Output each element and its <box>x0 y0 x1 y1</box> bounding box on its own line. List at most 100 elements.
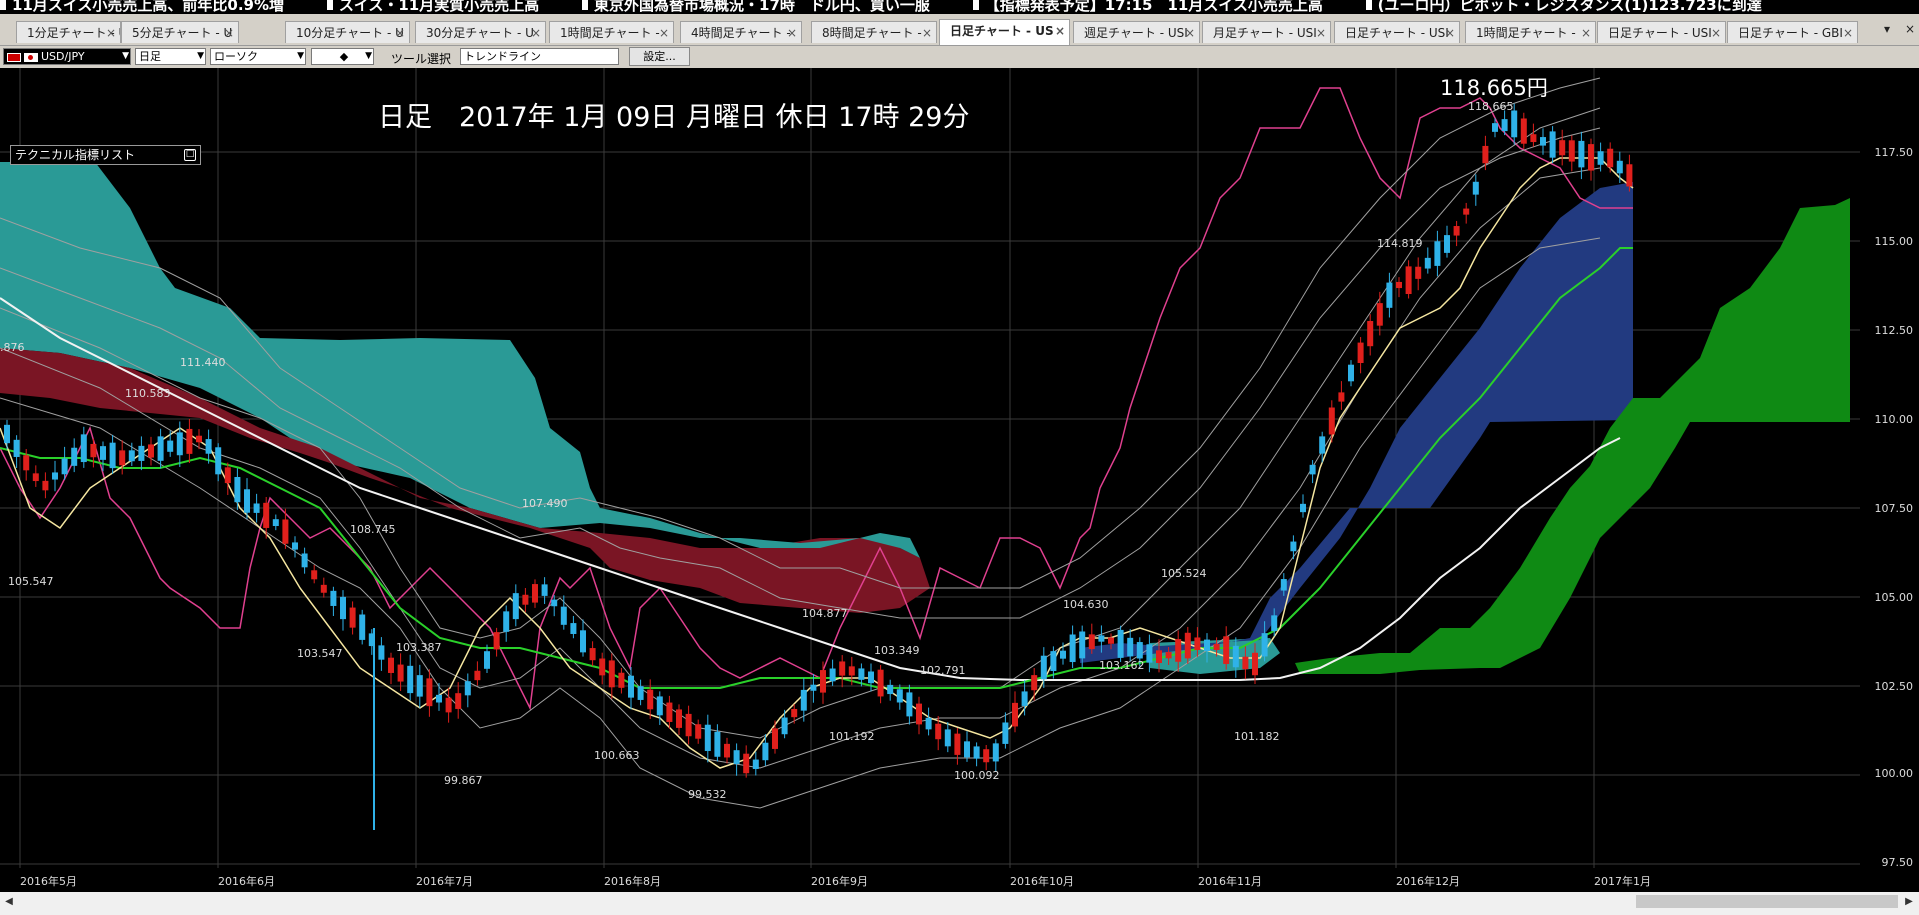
candle-body <box>1300 503 1306 513</box>
current-price-label: 118.665円 <box>1440 76 1548 100</box>
candle-body <box>138 445 145 461</box>
candle-body <box>589 648 596 661</box>
tab-monthly-chart[interactable]: 月足チャート - USI × <box>1202 21 1331 43</box>
tab-4hour-chart[interactable]: 4時間足チャート - × <box>680 21 802 43</box>
candle-body <box>1088 634 1095 650</box>
close-icon[interactable]: × <box>531 22 541 43</box>
tab-daily-chart-3[interactable]: 日足チャート - USI × <box>1597 21 1726 43</box>
marker-select[interactable]: ◆ ▼ <box>311 48 374 65</box>
candle-body <box>1223 636 1230 664</box>
tab-label: 月足チャート - USI <box>1213 26 1317 40</box>
close-all-icon[interactable]: × <box>1905 22 1915 36</box>
candle-body <box>1050 651 1057 672</box>
candle-body <box>1568 140 1575 162</box>
price-annotation: 103.349 <box>874 644 920 657</box>
tab-1min-chart[interactable]: 1分足チャート - U × <box>16 21 121 43</box>
candle-body <box>1127 637 1134 657</box>
close-icon[interactable]: × <box>1581 22 1591 43</box>
close-icon[interactable]: × <box>659 22 669 43</box>
candle-body <box>1002 722 1009 744</box>
window-icon[interactable]: □ <box>184 149 196 161</box>
tool-select-field[interactable]: トレンドライン <box>460 48 619 65</box>
x-axis-label: 2016年10月 <box>1010 875 1074 888</box>
close-icon[interactable]: × <box>1843 22 1853 43</box>
currency-pair-select[interactable]: USD/JPY ▼ <box>3 48 131 65</box>
candle-body <box>4 424 10 444</box>
candle-body <box>1405 266 1412 295</box>
close-icon[interactable]: × <box>1445 22 1455 43</box>
tab-8hour-chart[interactable]: 8時間足チャート - × <box>811 21 937 43</box>
candle-body <box>695 724 702 739</box>
tab-30min-chart[interactable]: 30分足チャート - U × <box>415 21 546 43</box>
timeframe-select[interactable]: 日足 ▼ <box>135 48 206 65</box>
ticker-item[interactable]: 11月スイス小売売上高、前年比0.9%増 <box>0 0 284 13</box>
ticker-item[interactable]: スイス・11月実質小売売上高 <box>326 0 539 13</box>
news-ticker[interactable]: 11月スイス小売売上高、前年比0.9%増 スイス・11月実質小売売上高 東京外国… <box>0 0 1919 14</box>
price-annotation: 103.162 <box>1099 659 1145 672</box>
ticker-item[interactable]: 東京外国為替市場概況・17時 ドル円、買い一服 <box>582 0 930 13</box>
candle-body <box>724 743 730 758</box>
tab-1hour-chart-2[interactable]: 1時間足チャート - × <box>1465 21 1596 43</box>
candle-body <box>119 450 126 466</box>
close-icon[interactable]: × <box>922 22 932 43</box>
scroll-right-icon[interactable]: ▶ <box>1902 895 1916 909</box>
candle-body <box>1184 632 1191 659</box>
x-axis-label: 2017年1月 <box>1594 875 1651 888</box>
close-icon[interactable]: × <box>1185 22 1195 43</box>
candle-body <box>1338 392 1345 402</box>
close-icon[interactable]: × <box>106 22 116 43</box>
chart-tab-bar: 1分足チャート - U × 5分足チャート - U × 10分足チャート - U × … <box>0 14 1919 46</box>
candle-body <box>733 750 740 764</box>
candle-body <box>1530 134 1537 143</box>
candle-body <box>301 553 308 568</box>
settings-button[interactable]: 設定... <box>629 47 690 66</box>
close-icon[interactable]: × <box>224 22 234 43</box>
candle-body <box>752 759 759 769</box>
y-axis-label: 105.00 <box>1874 591 1914 604</box>
close-icon[interactable]: × <box>1316 22 1326 43</box>
candle-body <box>148 444 154 458</box>
tab-list-icon[interactable]: ▾ <box>1884 22 1890 36</box>
indicator-list-panel[interactable]: テクニカル指標リスト □ <box>10 145 201 165</box>
tab-label: 10分足チャート - U <box>296 26 404 40</box>
candle-body <box>1367 321 1374 347</box>
horizontal-scrollbar[interactable]: ◀ ▶ <box>0 892 1919 915</box>
chart-type-select[interactable]: ローソク ▼ <box>210 48 306 65</box>
scroll-left-icon[interactable]: ◀ <box>2 895 16 909</box>
candle-body <box>858 668 865 680</box>
price-annotation: 99.532 <box>688 788 727 801</box>
candle-body <box>320 584 327 593</box>
close-icon[interactable]: × <box>1055 20 1065 42</box>
candle-body <box>474 670 481 681</box>
candle-body <box>436 694 442 703</box>
candle-body <box>1069 634 1076 663</box>
close-icon[interactable]: × <box>787 22 797 43</box>
scrollbar-thumb[interactable] <box>1636 895 1898 908</box>
ticker-item[interactable]: 【指標発表予定】17:15 11月スイス小売売上高 <box>972 0 1323 13</box>
tab-daily-chart-active[interactable]: 日足チャート - US × <box>939 19 1070 45</box>
candle-body <box>772 728 778 749</box>
tab-daily-chart-gbp[interactable]: 日足チャート - GBI × <box>1727 21 1858 43</box>
candle-body <box>973 746 980 759</box>
tab-10min-chart[interactable]: 10分足チャート - U × <box>285 21 410 43</box>
candle-body <box>1060 650 1066 659</box>
x-axis-label: 2016年5月 <box>20 875 77 888</box>
tab-1hour-chart[interactable]: 1時間足チャート - × <box>549 21 674 43</box>
candle-body <box>13 439 20 457</box>
tab-5min-chart[interactable]: 5分足チャート - U × <box>121 21 239 43</box>
candle-body <box>656 696 663 716</box>
candle-body <box>1146 644 1153 663</box>
candle-body <box>90 443 97 458</box>
ticker-item[interactable]: (ユーロ円）ピボット・レジスタンス(1)123.723に到達 <box>1365 0 1762 13</box>
cloud-teal-1 <box>0 162 600 528</box>
close-icon[interactable]: × <box>395 22 405 43</box>
candle-body <box>647 689 654 710</box>
candle-body <box>1453 226 1460 236</box>
close-icon[interactable]: × <box>1711 22 1721 43</box>
tab-daily-chart-2[interactable]: 日足チャート - USI × <box>1334 21 1460 43</box>
tab-weekly-chart[interactable]: 週足チャート - USI × <box>1073 21 1200 43</box>
tool-select-label: ツール選択 <box>391 52 452 66</box>
candle-body <box>810 684 817 691</box>
candle-body <box>954 733 961 755</box>
price-annotation: 118.665 <box>1468 100 1514 113</box>
